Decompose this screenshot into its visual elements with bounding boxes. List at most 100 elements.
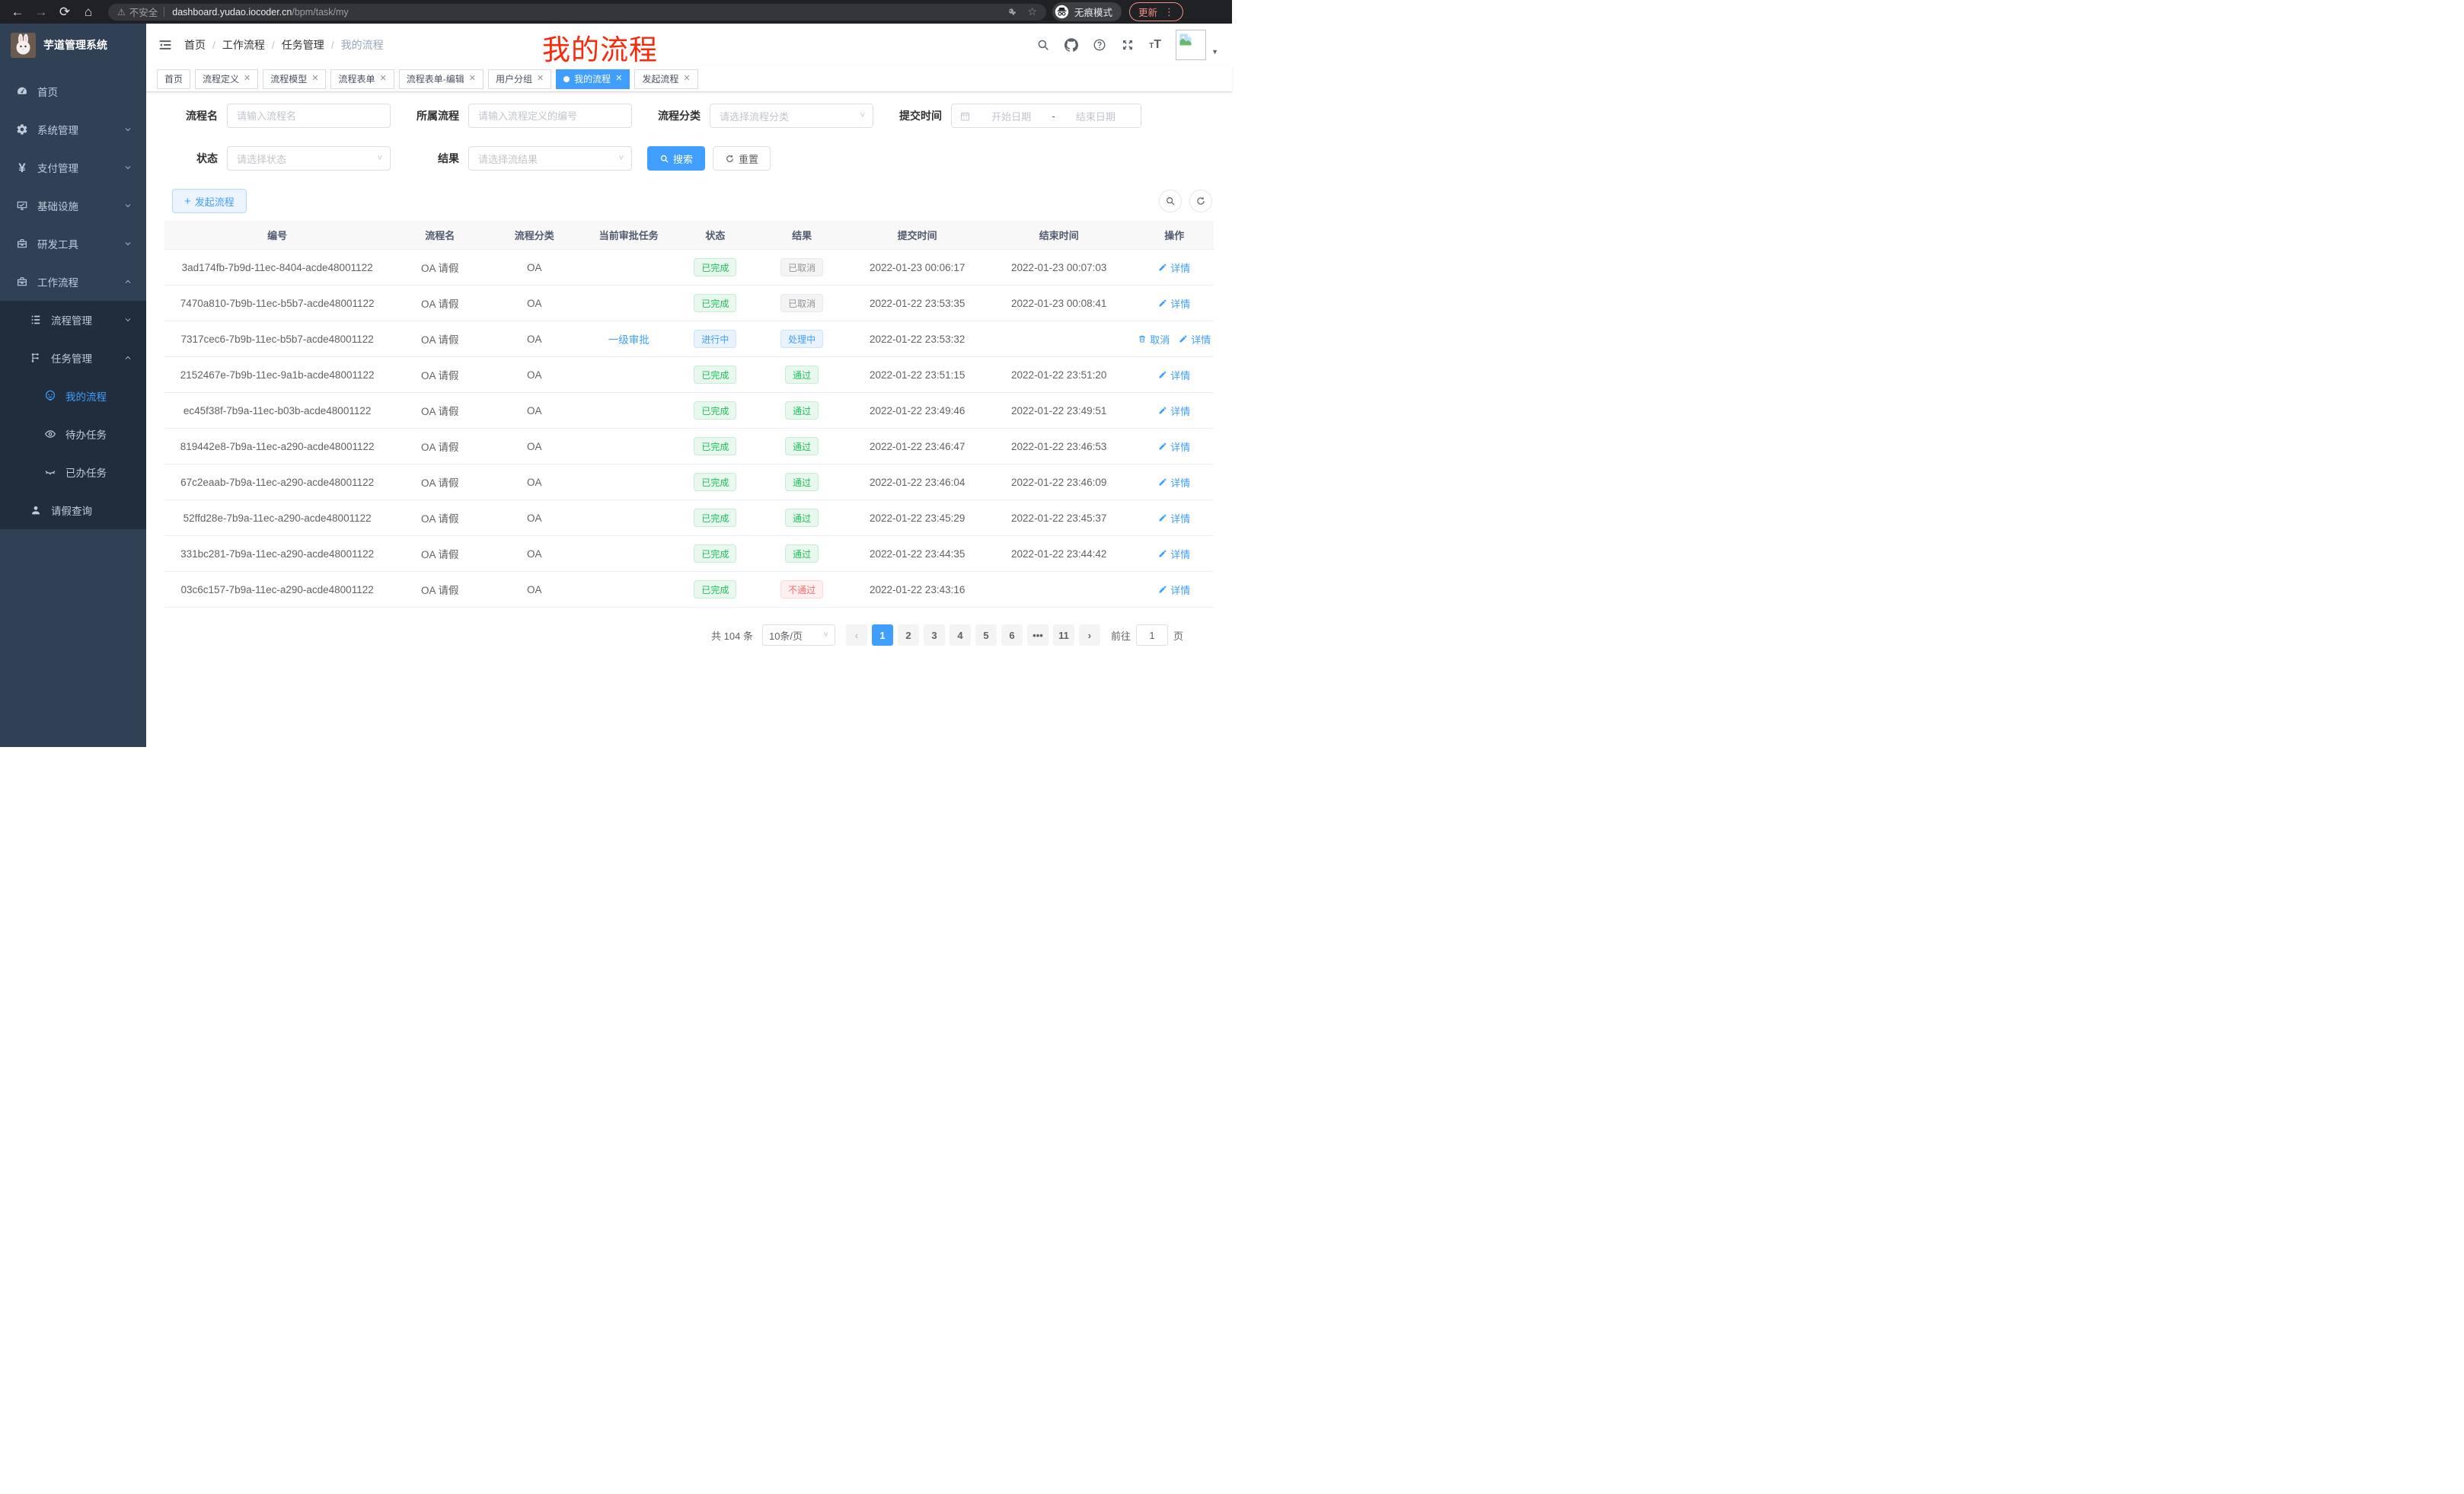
detail-link[interactable]: 详情 (1158, 368, 1190, 382)
tab-user-group[interactable]: 用户分组✕ (488, 69, 551, 89)
detail-link[interactable]: 详情 (1179, 332, 1211, 346)
browser-reload-icon[interactable]: ⟳ (55, 2, 75, 22)
browser-forward-icon[interactable]: → (31, 2, 51, 22)
page-button[interactable]: 2 (898, 624, 919, 646)
tab-process-form-edit[interactable]: 流程表单-编辑✕ (399, 69, 484, 89)
tab-start-process[interactable]: 发起流程✕ (634, 69, 697, 89)
page-button[interactable]: 1 (872, 624, 893, 646)
start-date-placeholder[interactable]: 开始日期 (974, 109, 1048, 123)
close-icon[interactable]: ✕ (683, 75, 690, 83)
bookmark-star-icon[interactable]: ☆ (1027, 5, 1037, 18)
search-icon[interactable] (1036, 38, 1050, 52)
next-page-button[interactable]: › (1079, 624, 1100, 646)
goto-page-input[interactable] (1136, 624, 1168, 646)
detail-link[interactable]: 详情 (1158, 260, 1190, 275)
submit-time-range-picker[interactable]: 开始日期 - 结束日期 (951, 104, 1141, 128)
column-header: 结果 (752, 228, 852, 242)
result-select[interactable]: 请选择流结果 ˅ (468, 146, 632, 171)
status-select[interactable]: 请选择状态 ˅ (227, 146, 391, 171)
chevron-down-icon: ˅ (378, 154, 382, 163)
sidebar-item-leave-query[interactable]: 请假查询 (0, 491, 146, 529)
detail-link[interactable]: 详情 (1158, 475, 1190, 490)
tab-home[interactable]: 首页 (157, 69, 190, 89)
sidebar-item-devtools[interactable]: 研发工具 (0, 225, 146, 263)
tab-my-process[interactable]: 我的流程✕ (556, 69, 630, 89)
cell-end-time: 2022-01-22 23:51:20 (983, 369, 1135, 381)
show-search-toggle-icon[interactable] (1159, 190, 1182, 212)
tab-process-form[interactable]: 流程表单✕ (330, 69, 394, 89)
sidebar-item-process-mgmt[interactable]: 流程管理 (0, 301, 146, 339)
sidebar-item-system[interactable]: 系统管理 (0, 110, 146, 148)
cell-process-name: OA 请假 (390, 295, 490, 311)
cancel-link[interactable]: 取消 (1138, 332, 1170, 346)
chevron-up-icon (123, 353, 132, 362)
breadcrumb-item[interactable]: 任务管理 (282, 37, 324, 53)
url-path: /bpm/task/my (292, 7, 348, 18)
sidebar-item-my-process[interactable]: 我的流程 (0, 377, 146, 415)
page-size-select[interactable]: 10条/页 ˅ (762, 624, 835, 646)
start-process-button[interactable]: + 发起流程 (172, 189, 247, 213)
font-size-icon[interactable]: TT (1149, 39, 1161, 51)
sidebar-item-infrastructure[interactable]: 基础设施 (0, 187, 146, 225)
browser-home-icon[interactable]: ⌂ (78, 2, 98, 22)
sidebar-item-payment[interactable]: ¥支付管理 (0, 148, 146, 187)
page-content: 流程名 所属流程 流程分类 请选择流程分类 ˅ 提交时间 (146, 92, 1232, 747)
close-icon[interactable]: ✕ (469, 75, 476, 83)
process-category-select[interactable]: 请选择流程分类 ˅ (710, 104, 873, 128)
page-button[interactable]: 4 (950, 624, 971, 646)
address-bar[interactable]: ⚠ 不安全 dashboard.yudao.iocoder.cn /bpm/ta… (108, 4, 1046, 21)
browser-back-icon[interactable]: ← (8, 2, 27, 22)
process-name-input[interactable] (227, 104, 391, 128)
breadcrumb: 首页/工作流程/任务管理/我的流程 (184, 37, 384, 53)
avatar[interactable] (1176, 30, 1206, 60)
github-icon[interactable] (1064, 38, 1078, 52)
sidebar-item-todo-tasks[interactable]: 待办任务 (0, 415, 146, 453)
page-button[interactable]: 11 (1053, 624, 1074, 646)
sidebar-item-home[interactable]: 首页 (0, 72, 146, 110)
prev-page-button[interactable]: ‹ (846, 624, 867, 646)
close-icon[interactable]: ✕ (380, 75, 387, 83)
refresh-table-icon[interactable] (1189, 190, 1212, 212)
sidebar-item-done-tasks[interactable]: 已办任务 (0, 453, 146, 491)
end-date-placeholder[interactable]: 结束日期 (1058, 109, 1133, 123)
sidebar-item-workflow[interactable]: 工作流程 (0, 263, 146, 301)
detail-link[interactable]: 详情 (1158, 296, 1190, 311)
breadcrumb-item[interactable]: 工作流程 (222, 37, 265, 53)
close-icon[interactable]: ✕ (615, 75, 622, 83)
page-button[interactable]: 6 (1001, 624, 1023, 646)
more-pages-button[interactable]: ••• (1027, 624, 1048, 646)
chrome-update-button[interactable]: 更新 ⋮ (1129, 2, 1183, 21)
detail-link[interactable]: 详情 (1158, 583, 1190, 597)
avatar-dropdown-caret-icon[interactable]: ▼ (1211, 48, 1218, 56)
page-button[interactable]: 3 (924, 624, 945, 646)
cell-submit-time: 2022-01-22 23:53:32 (852, 334, 983, 345)
fullscreen-icon[interactable] (1121, 38, 1135, 52)
sidebar-item-task-mgmt[interactable]: 任务管理 (0, 339, 146, 377)
cell-process-id: 3ad174fb-7b9d-11ec-8404-acde48001122 (164, 262, 390, 273)
close-icon[interactable]: ✕ (537, 75, 544, 83)
help-icon[interactable] (1093, 38, 1106, 52)
close-icon[interactable]: ✕ (244, 75, 251, 83)
tab-process-definition[interactable]: 流程定义✕ (195, 69, 258, 89)
detail-link[interactable]: 详情 (1158, 547, 1190, 561)
tab-process-model[interactable]: 流程模型✕ (263, 69, 326, 89)
cell-process-name: OA 请假 (390, 474, 490, 490)
cell-process-id: 7317cec6-7b9b-11ec-b5b7-acde48001122 (164, 334, 390, 345)
cell-submit-time: 2022-01-22 23:49:46 (852, 405, 983, 417)
detail-link[interactable]: 详情 (1158, 404, 1190, 418)
app-logo[interactable]: 芋道管理系统 (0, 24, 146, 66)
hamburger-icon[interactable] (158, 37, 173, 53)
cell-process-id: 7470a810-7b9b-11ec-b5b7-acde48001122 (164, 298, 390, 309)
detail-link[interactable]: 详情 (1158, 439, 1190, 454)
search-button[interactable]: 搜索 (647, 146, 705, 171)
process-definition-input[interactable] (468, 104, 632, 128)
detail-link[interactable]: 详情 (1158, 511, 1190, 525)
breadcrumb-item[interactable]: 首页 (184, 37, 206, 53)
cell-submit-time: 2022-01-22 23:53:35 (852, 298, 983, 309)
page-button[interactable]: 5 (975, 624, 997, 646)
close-icon[interactable]: ✕ (311, 75, 318, 83)
reset-button[interactable]: 重置 (713, 146, 771, 171)
current-task-link[interactable]: 一级审批 (608, 331, 650, 346)
chrome-menu-icon[interactable]: ⋮ (1164, 6, 1174, 18)
password-key-icon[interactable] (1006, 7, 1017, 18)
